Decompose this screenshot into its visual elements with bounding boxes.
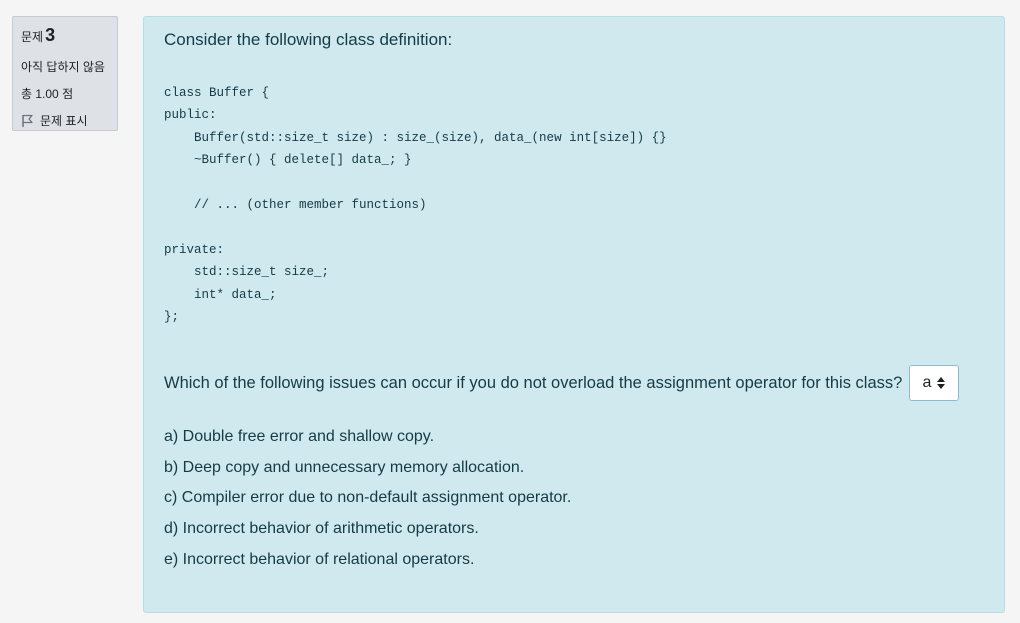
question-number: 3 [45,25,56,45]
question-intro: Consider the following class definition: [164,30,453,49]
answer-option: d) Incorrect behavior of arithmetic oper… [164,520,479,538]
answer-status: 아직 답하지 않음 [21,60,105,74]
flag-question-label: 문제 표시 [40,114,88,128]
answer-option: b) Deep copy and unnecessary memory allo… [164,458,525,476]
answer-select[interactable]: a [909,365,959,401]
sort-arrows-icon [937,377,946,389]
question-prompt: Which of the following issues can occur … [164,374,903,392]
question-number-row: 문제 3 [21,25,109,46]
code-block: class Buffer { public: Buffer(std::size_… [164,86,667,325]
answer-options-list: a) Double free error and shallow copy. b… [164,427,571,580]
flag-icon [21,114,34,128]
answer-option: a) Double free error and shallow copy. [164,428,435,445]
question-marks: 총 1.00 점 [21,87,74,101]
answer-select-value: a [922,374,932,391]
answer-option: e) Incorrect behavior of relational oper… [164,550,475,568]
question-content: Consider the following class definition:… [143,16,1005,613]
question-label: 문제 [21,30,44,44]
flag-question-button[interactable]: 문제 표시 [21,112,109,129]
answer-option: c) Compiler error due to non-default ass… [164,489,572,507]
question-info-panel: 문제 3 아직 답하지 않음 총 1.00 점 문제 표시 [12,16,118,131]
